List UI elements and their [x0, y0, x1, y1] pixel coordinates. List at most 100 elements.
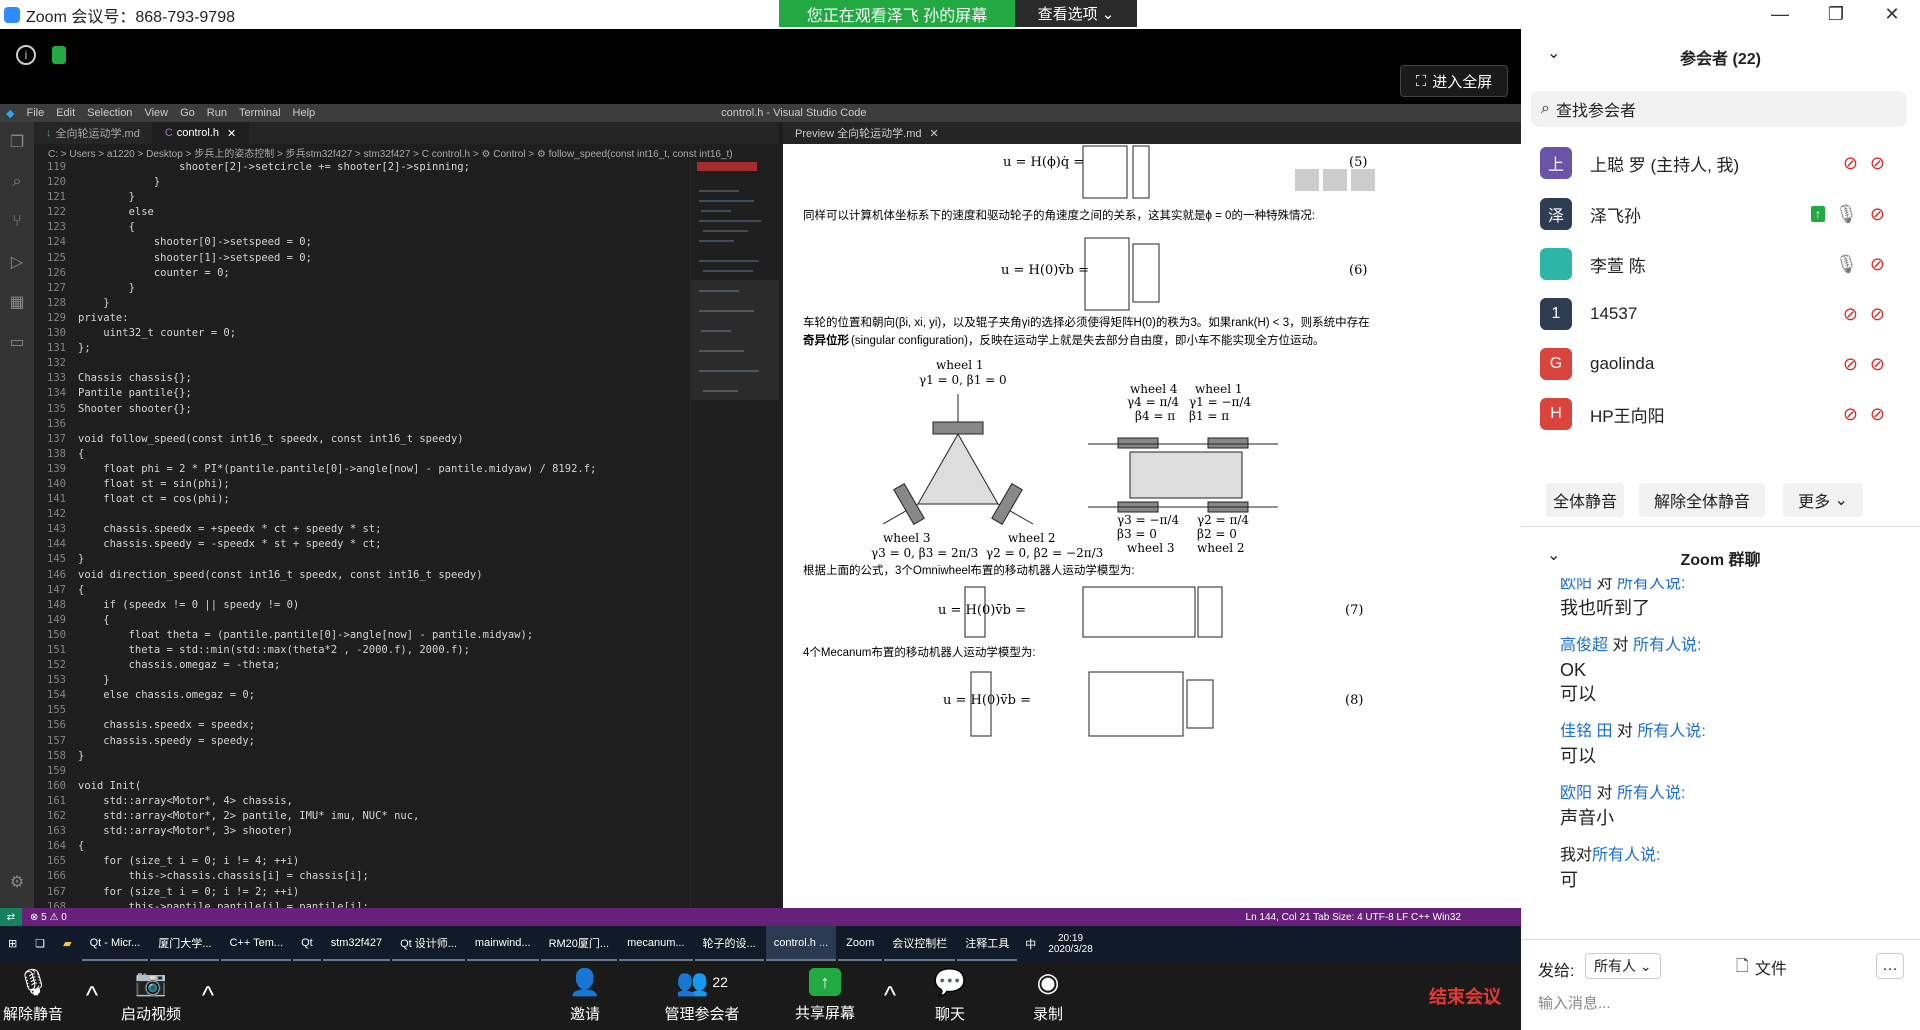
- code-line[interactable]: 133 Chassis chassis{};: [34, 371, 684, 386]
- problems-count[interactable]: ⊗ 5 ⚠ 0: [30, 912, 67, 923]
- taskbar-item[interactable]: mecanum...: [619, 926, 693, 961]
- start-video-button[interactable]: 📷 启动视频: [114, 961, 188, 1030]
- view-options-button[interactable]: 查看选项 ⌄: [1015, 0, 1137, 27]
- code-line[interactable]: 135 Shooter shooter{};: [34, 402, 684, 417]
- remote-icon[interactable]: ▭: [0, 322, 34, 362]
- taskbar-item[interactable]: 厦门大学...: [150, 926, 220, 961]
- status-right[interactable]: Ln 144, Col 21 Tab Size: 4 UTF-8 LF C++ …: [1246, 912, 1461, 923]
- code-line[interactable]: 126 counter = 0;: [34, 266, 684, 281]
- taskbar-item[interactable]: 注释工具: [957, 926, 1018, 961]
- code-line[interactable]: 132: [34, 356, 684, 371]
- code-line[interactable]: 123 {: [34, 220, 684, 235]
- code-line[interactable]: 125 shooter[1]->setspeed = 0;: [34, 251, 684, 266]
- chat-messages[interactable]: 欧阳 对 所有人说: 我也听到了 高俊超 对 所有人说: OK 可以 佳铭 田 对 所…: [1560, 578, 1900, 934]
- close-preview-icon[interactable]: ✕: [930, 127, 939, 140]
- task-view-button[interactable]: ❏: [27, 926, 53, 961]
- code-line[interactable]: 164 {: [34, 839, 684, 854]
- file-button[interactable]: 🗋 文件: [1736, 955, 1787, 982]
- menu-selection[interactable]: Selection: [87, 107, 132, 119]
- code-line[interactable]: 122 else: [34, 205, 684, 220]
- code-line[interactable]: 131};: [34, 341, 684, 356]
- code-line[interactable]: 141 float ct = cos(phi);: [34, 492, 684, 507]
- tab-markdown[interactable]: ↓ 全向轮运动学.md: [34, 122, 153, 144]
- menu-file[interactable]: File: [26, 107, 44, 119]
- code-line[interactable]: 154 else chassis.omegaz = 0;: [34, 688, 684, 703]
- breadcrumb[interactable]: C: > Users > a1220 > Desktop > 步兵上的姿态控制 …: [34, 144, 779, 160]
- chat-recipient[interactable]: 所有人说:: [1637, 723, 1705, 740]
- chat-recipient[interactable]: 所有人说:: [1592, 847, 1660, 864]
- start-button[interactable]: ⊞: [0, 926, 25, 961]
- settings-gear-icon[interactable]: ⚙: [0, 862, 34, 902]
- participant-row[interactable]: 1 14537 ⊘ ⊘: [1521, 289, 1901, 339]
- source-control-icon[interactable]: ⑂: [0, 202, 34, 242]
- code-line[interactable]: 128 }: [34, 296, 684, 311]
- record-button[interactable]: ◉ 录制: [1028, 961, 1068, 1030]
- chat-input[interactable]: 输入消息...: [1538, 992, 1611, 1013]
- mic-on-icon[interactable]: 🎙: [1835, 204, 1858, 225]
- code-line[interactable]: 134 Pantile pantile{};: [34, 386, 684, 401]
- taskbar-item[interactable]: stm32f427: [322, 926, 391, 961]
- video-off-icon[interactable]: ⊘: [1870, 404, 1885, 425]
- code-line[interactable]: 157 chassis.speedy = speedy;: [34, 734, 684, 749]
- participant-row[interactable]: G gaolinda ⊘ ⊘: [1521, 339, 1901, 389]
- explorer-taskbar-icon[interactable]: ▰: [55, 926, 79, 961]
- end-meeting-button[interactable]: 结束会议: [1420, 961, 1510, 1030]
- preview-tab[interactable]: Preview 全向轮运动学.md ✕: [783, 122, 1521, 144]
- chat-sender[interactable]: 佳铭 田: [1560, 723, 1612, 740]
- code-line[interactable]: 160 void Init(: [34, 779, 684, 794]
- share-screen-button[interactable]: ↑ 共享屏幕: [790, 961, 860, 1030]
- lock-icon[interactable]: [52, 46, 66, 64]
- remote-status-icon[interactable]: ⇄: [0, 908, 22, 926]
- code-line[interactable]: 159: [34, 764, 684, 779]
- menu-help[interactable]: Help: [293, 107, 316, 119]
- code-line[interactable]: 140 float st = sin(phi);: [34, 477, 684, 492]
- code-line[interactable]: 119 shooter[2]->setcircle += shooter[2]-…: [34, 160, 684, 175]
- run-debug-icon[interactable]: ▷: [0, 242, 34, 282]
- markdown-preview[interactable]: u = H(ϕ)q̇ = (5) 同样可以计算机体坐标系下的速度和驱动轮子的角速…: [783, 144, 1521, 908]
- code-line[interactable]: 167 for (size_t i = 0; i != 2; ++i): [34, 885, 684, 900]
- code-line[interactable]: 150 float theta = (pantile.pantile[0]->a…: [34, 628, 684, 643]
- code-line[interactable]: 168 this->pantile.pantile[i] = pantile[i…: [34, 900, 684, 908]
- code-line[interactable]: 166 this->chassis.chassis[i] = chassis[i…: [34, 869, 684, 884]
- participant-search[interactable]: ⌕ 查找参会者: [1531, 91, 1907, 127]
- code-editor[interactable]: 119 shooter[2]->setcircle += shooter[2]-…: [34, 160, 684, 908]
- explorer-icon[interactable]: ❐: [0, 122, 34, 162]
- search-icon[interactable]: ⌕: [0, 162, 34, 202]
- more-options-icon[interactable]: …: [1876, 953, 1904, 979]
- video-off-icon[interactable]: ⊘: [1870, 354, 1885, 375]
- system-clock[interactable]: 20:19 2020/3/28: [1048, 933, 1093, 955]
- taskbar-item[interactable]: C++ Tem...: [221, 926, 292, 961]
- minimize-button[interactable]: —: [1752, 0, 1808, 29]
- chat-recipient[interactable]: 所有人说:: [1617, 785, 1685, 802]
- mic-muted-icon[interactable]: ⊘: [1843, 404, 1858, 425]
- participant-row[interactable]: 上 上聪 罗 (主持人, 我) ⊘ ⊘: [1521, 138, 1901, 188]
- share-options-caret[interactable]: ^: [878, 961, 902, 1030]
- code-line[interactable]: 163 std::array<Motor*, 3> shooter): [34, 824, 684, 839]
- video-off-icon[interactable]: ⊘: [1870, 254, 1885, 275]
- code-line[interactable]: 156 chassis.speedx = speedx;: [34, 718, 684, 733]
- taskbar-item[interactable]: Qt: [293, 926, 321, 961]
- mute-all-button[interactable]: 全体静音: [1546, 483, 1624, 517]
- restore-button[interactable]: ❐: [1808, 0, 1864, 29]
- menu-view[interactable]: View: [144, 107, 168, 119]
- participant-row[interactable]: 李萱 陈 🎙 ⊘: [1521, 239, 1901, 289]
- video-off-icon[interactable]: ⊘: [1870, 153, 1885, 174]
- menu-terminal[interactable]: Terminal: [239, 107, 281, 119]
- code-line[interactable]: 143 chassis.speedx = +speedx * ct + spee…: [34, 522, 684, 537]
- tab-control-h[interactable]: Ccontrol.h ✕: [152, 122, 250, 144]
- mic-muted-icon[interactable]: ⊘: [1843, 354, 1858, 375]
- close-tab-icon[interactable]: ✕: [227, 127, 236, 140]
- chat-recipient[interactable]: 所有人说:: [1633, 637, 1701, 654]
- minimap[interactable]: [690, 160, 780, 908]
- code-line[interactable]: 144 chassis.speedy = -speedx * st + spee…: [34, 537, 684, 552]
- code-line[interactable]: 129 private:: [34, 311, 684, 326]
- code-line[interactable]: 120 }: [34, 175, 684, 190]
- participant-row[interactable]: 泽 泽飞孙 ↑ 🎙 ⊘: [1521, 189, 1901, 239]
- chat-sender[interactable]: 欧阳: [1560, 785, 1592, 802]
- code-line[interactable]: 124 shooter[0]->setspeed = 0;: [34, 235, 684, 250]
- taskbar-item[interactable]: Qt 设计师...: [392, 926, 465, 961]
- taskbar-item[interactable]: RM20厦门...: [540, 926, 618, 961]
- taskbar-item[interactable]: 会议控制栏: [884, 926, 956, 961]
- chat-sender[interactable]: 欧阳: [1560, 578, 1592, 592]
- taskbar-item[interactable]: 轮子的设...: [694, 926, 764, 961]
